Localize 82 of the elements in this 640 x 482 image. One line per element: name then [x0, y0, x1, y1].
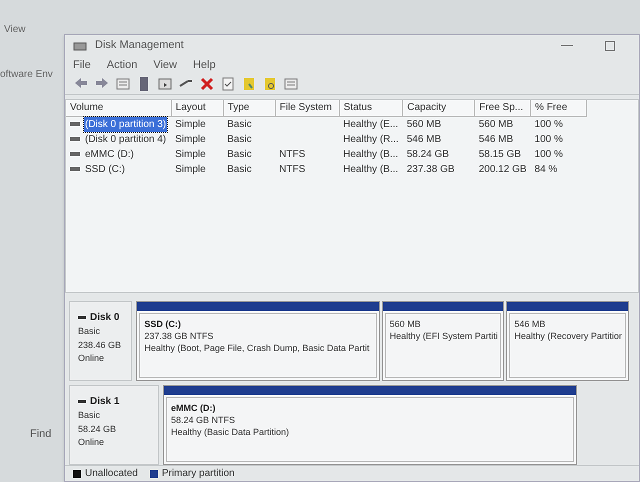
table-cell: Basic: [227, 134, 252, 145]
minimize-button[interactable]: [561, 45, 573, 46]
volume-name[interactable]: (Disk 0 partition 3): [84, 116, 168, 132]
volume-name[interactable]: (Disk 0 partition 4): [84, 132, 168, 147]
column-header[interactable]: % Free: [530, 100, 587, 116]
partition-status: Healthy (Basic Data Partition): [171, 426, 290, 438]
legend-label: Primary partition: [162, 467, 235, 481]
table-cell: Basic: [227, 164, 252, 175]
menu-item[interactable]: Help: [192, 56, 216, 74]
close-icon[interactable]: [199, 76, 215, 92]
menu-item[interactable]: View: [153, 56, 177, 74]
window-title: Disk Management: [95, 38, 185, 54]
column-header[interactable]: Layout: [171, 100, 224, 116]
disk-detail: Basic: [78, 409, 102, 422]
drive-icon: [70, 122, 80, 126]
menu-item[interactable]: View: [0, 22, 64, 37]
partition-label: SSD (C:): [144, 318, 182, 330]
disk-detail: 238.46 GB: [78, 338, 122, 352]
list-icon[interactable]: [115, 76, 131, 92]
menu-item[interactable]: Action: [106, 56, 138, 74]
disk-detail: 58.24 GB: [78, 422, 118, 436]
table-cell: 237.38 GB: [406, 164, 455, 175]
table-cell: Healthy (E...: [343, 118, 398, 130]
table-cell: 560 MB: [406, 118, 442, 130]
partition-block[interactable]: eMMC (D:) 58.24 GB NTFS Healthy (Basic Data Partition): [163, 385, 577, 465]
partition-block[interactable]: SSD (C:) 237.38 GB NTFS Healthy (Boot, Page File, Crash Dump, Basic Data Partit: [136, 301, 380, 381]
disk-detail: Online: [78, 436, 106, 449]
table-cell: Healthy (B...: [343, 148, 398, 160]
find-label: Find: [30, 428, 52, 440]
table-cell: Healthy (B...: [343, 164, 398, 175]
partition-size: 58.24 GB NTFS: [171, 414, 236, 426]
table-cell: 84 %: [534, 164, 558, 175]
table-cell: 58.15 GB: [478, 148, 521, 160]
partition-size: 237.38 GB NTFS: [144, 330, 214, 342]
column-header[interactable]: File System: [275, 100, 340, 116]
table-cell: Simple: [175, 164, 206, 175]
volume-name[interactable]: SSD (C:): [84, 162, 126, 177]
table-cell: 546 MB: [478, 134, 514, 145]
column-header[interactable]: Volume: [66, 100, 172, 116]
table-cell: 560 MB: [478, 118, 514, 130]
partition-label: eMMC (D:): [171, 402, 216, 414]
table-cell: Basic: [227, 118, 252, 130]
table-cell: NTFS: [279, 164, 306, 175]
table-cell: 200.12 GB: [478, 164, 527, 175]
table-cell: 100 %: [534, 134, 563, 145]
panel-icon[interactable]: [157, 76, 173, 92]
table-cell: Simple: [175, 148, 206, 160]
table-cell: Simple: [175, 118, 206, 130]
partition-size: 546 MB: [514, 318, 546, 330]
column-header[interactable]: Free Sp...: [474, 100, 531, 116]
partition-size: 560 MB: [390, 318, 422, 330]
nav-item[interactable]: oftware Env: [0, 67, 64, 82]
table-cell: Simple: [175, 134, 206, 145]
drive-icon: [70, 137, 80, 142]
drive-icon: [70, 167, 80, 172]
search-icon[interactable]: [262, 76, 278, 92]
disk-name: Disk 0: [90, 311, 120, 325]
column-header[interactable]: Capacity: [402, 100, 475, 116]
partition-status: Healthy (Boot, Page File, Crash Dump, Basic Data Partit: [144, 342, 370, 354]
table-cell: NTFS: [279, 148, 306, 160]
column-header[interactable]: Type: [223, 100, 276, 116]
table-cell: 100 %: [534, 148, 563, 160]
list-icon[interactable]: [283, 76, 299, 92]
table-cell: Healthy (R...: [343, 134, 399, 145]
volume-name[interactable]: eMMC (D:): [84, 146, 135, 162]
partition-status: Healthy (Recovery Partitior: [514, 330, 622, 342]
disk-detail: Online: [78, 352, 106, 365]
partition-block[interactable]: 560 MB Healthy (EFI System Partiti: [382, 301, 504, 381]
partition-block[interactable]: 546 MB Healthy (Recovery Partitior: [506, 301, 630, 381]
table-cell: 546 MB: [406, 134, 442, 145]
partition-status: Healthy (EFI System Partiti: [390, 330, 496, 342]
disk-name: Disk 1: [90, 395, 120, 409]
table-cell: 100 %: [534, 118, 563, 130]
legend-label: Unallocated: [85, 467, 138, 481]
menu-item[interactable]: File: [73, 56, 91, 74]
drive-icon: [70, 152, 80, 156]
table-cell: 58.24 GB: [406, 148, 449, 160]
maximize-button[interactable]: [605, 40, 615, 51]
disk-detail: Basic: [78, 325, 102, 338]
table-cell: Basic: [227, 148, 252, 160]
checklist-icon[interactable]: [220, 76, 236, 92]
column-header[interactable]: Status: [339, 100, 403, 116]
